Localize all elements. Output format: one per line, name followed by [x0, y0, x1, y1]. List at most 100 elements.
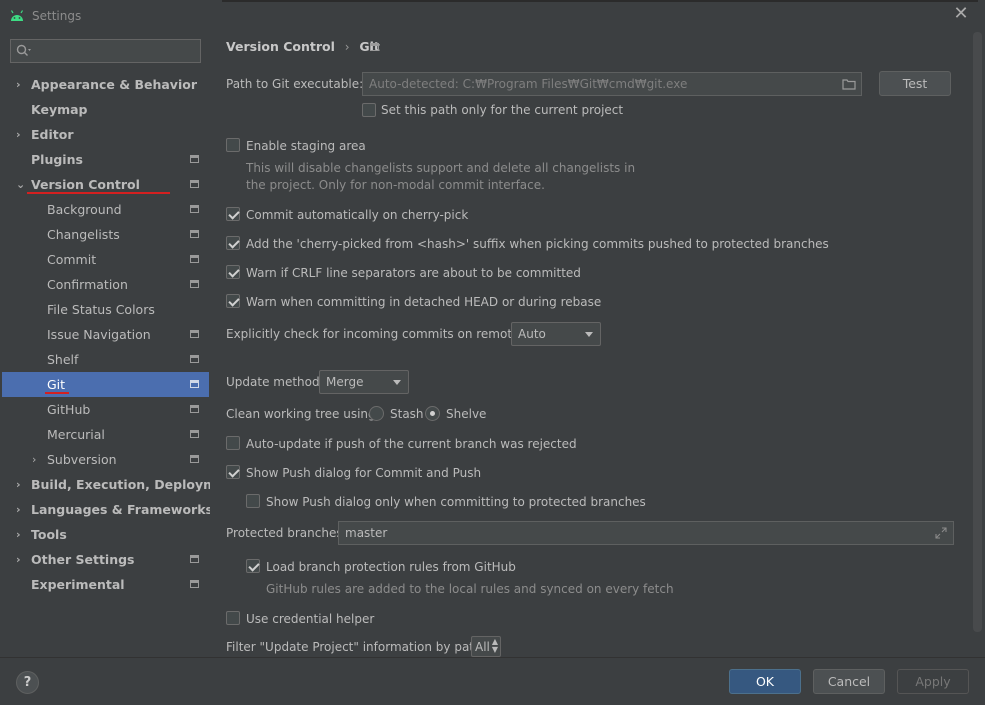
content-scrollbar[interactable]: [973, 32, 982, 632]
credential-helper-checkbox[interactable]: [226, 611, 240, 625]
sidebar-item-label: Subversion: [47, 452, 117, 467]
sidebar-item-confirmation[interactable]: Confirmation: [2, 272, 209, 297]
protected-branches-value: master: [345, 526, 388, 540]
sidebar-item-changelists[interactable]: Changelists: [2, 222, 209, 247]
chevron-right-icon: ›: [16, 78, 21, 91]
git-path-value: Auto-detected: C:₩Program Files₩Git₩cmd₩…: [369, 77, 688, 91]
update-method-label: Update method:: [226, 375, 324, 389]
search-input[interactable]: [10, 39, 201, 63]
sidebar-item-label: File Status Colors: [47, 302, 155, 317]
breadcrumb-parent[interactable]: Version Control: [226, 39, 335, 54]
folder-icon[interactable]: [842, 78, 856, 90]
sidebar-item-label: Languages & Frameworks: [31, 502, 213, 517]
expand-icon[interactable]: [935, 527, 947, 539]
sidebar-item-github[interactable]: GitHub: [2, 397, 209, 422]
sidebar-item-keymap[interactable]: Keymap: [2, 97, 209, 122]
detached-head-label: Warn when committing in detached HEAD or…: [246, 295, 602, 309]
credential-helper-label: Use credential helper: [246, 612, 375, 626]
sidebar-item-editor[interactable]: › Editor: [2, 122, 209, 147]
sidebar-item-commit[interactable]: Commit: [2, 247, 209, 272]
sidebar-item-label: Background: [47, 202, 122, 217]
github-rules-checkbox[interactable]: [246, 559, 260, 573]
project-settings-icon: [190, 330, 199, 338]
chevron-right-icon: ›: [16, 553, 21, 566]
sidebar-item-git[interactable]: Git: [2, 372, 209, 397]
sidebar-item-label: Editor: [31, 127, 74, 142]
git-path-label: Path to Git executable:: [226, 77, 364, 91]
filter-paths-value: All: [475, 640, 490, 654]
annotation-underline: [27, 192, 170, 194]
incoming-select[interactable]: Auto: [511, 322, 601, 346]
top-divider: [222, 0, 978, 2]
push-dialog-label: Show Push dialog for Commit and Push: [246, 466, 482, 480]
sidebar-item-background[interactable]: Background: [2, 197, 209, 222]
sidebar-item-tools[interactable]: › Tools: [2, 522, 209, 547]
cherry-pick-label: Commit automatically on cherry-pick: [246, 208, 469, 222]
crlf-label: Warn if CRLF line separators are about t…: [246, 266, 581, 280]
ok-button[interactable]: OK: [729, 669, 801, 694]
sidebar-item-label: Confirmation: [47, 277, 128, 292]
shelve-radio[interactable]: [425, 406, 440, 421]
sidebar-item-plugins[interactable]: Plugins: [2, 147, 209, 172]
filter-paths-select[interactable]: All ▲ ▼: [471, 636, 501, 657]
detached-head-checkbox[interactable]: [226, 294, 240, 308]
sidebar-item-subversion[interactable]: › Subversion: [2, 447, 209, 472]
sidebar-item-appearance[interactable]: › Appearance & Behavior: [2, 72, 209, 97]
title-bar: Settings ✕: [0, 0, 985, 32]
staging-area-checkbox[interactable]: [226, 138, 240, 152]
push-dialog-protected-label: Show Push dialog only when committing to…: [266, 495, 646, 509]
apply-button[interactable]: Apply: [897, 669, 969, 694]
sidebar-item-label: Tools: [31, 527, 67, 542]
push-dialog-checkbox[interactable]: [226, 465, 240, 479]
project-settings-icon: [190, 405, 199, 413]
dialog-footer: ? OK Cancel Apply: [0, 657, 985, 705]
staging-hint-line1: This will disable changelists support an…: [246, 161, 636, 175]
clean-tree-label: Clean working tree using:: [226, 407, 380, 421]
sidebar-item-shelf[interactable]: Shelf: [2, 347, 209, 372]
test-button[interactable]: Test: [879, 71, 951, 96]
project-settings-icon: [190, 280, 199, 288]
sidebar-item-label: Commit: [47, 252, 97, 267]
current-project-checkbox[interactable]: [362, 103, 376, 117]
project-settings-icon: [190, 580, 199, 588]
filter-paths-label: Filter "Update Project" information by p…: [226, 640, 492, 654]
stash-radio[interactable]: [369, 406, 384, 421]
spinner-icon: ▲ ▼: [491, 637, 498, 654]
push-dialog-protected-checkbox[interactable]: [246, 494, 260, 508]
cherry-pick-checkbox[interactable]: [226, 207, 240, 221]
sidebar-item-label: Mercurial: [47, 427, 105, 442]
help-button[interactable]: ?: [16, 671, 39, 694]
chevron-right-icon: ›: [16, 503, 21, 516]
sidebar-item-issue-navigation[interactable]: Issue Navigation: [2, 322, 209, 347]
dropdown-arrow-icon: [393, 380, 401, 385]
cancel-button[interactable]: Cancel: [813, 669, 885, 694]
annotation-underline: [45, 392, 69, 394]
cherry-suffix-checkbox[interactable]: [226, 236, 240, 250]
update-method-select[interactable]: Merge: [319, 370, 409, 394]
breadcrumb-separator: ›: [344, 40, 350, 54]
project-settings-icon: [190, 555, 199, 563]
chevron-down-icon: ⌄: [16, 178, 26, 191]
project-settings-icon: [190, 430, 199, 438]
sidebar-item-languages[interactable]: › Languages & Frameworks: [2, 497, 213, 522]
sidebar-item-label: Plugins: [31, 152, 83, 167]
auto-update-checkbox[interactable]: [226, 436, 240, 450]
chevron-right-icon: ›: [16, 528, 21, 541]
sidebar-item-file-status-colors[interactable]: File Status Colors: [2, 297, 209, 322]
sidebar-item-label: Shelf: [47, 352, 79, 367]
sidebar-item-mercurial[interactable]: Mercurial: [2, 422, 209, 447]
crlf-checkbox[interactable]: [226, 265, 240, 279]
search-icon: [16, 44, 31, 56]
project-settings-icon: [370, 43, 379, 51]
sidebar-item-experimental[interactable]: Experimental: [2, 572, 209, 597]
protected-branches-field[interactable]: master: [338, 521, 954, 545]
sidebar-item-other-settings[interactable]: › Other Settings: [2, 547, 209, 572]
sidebar-item-label: Build, Execution, Deployment: [31, 477, 240, 492]
stash-label: Stash: [390, 407, 424, 421]
project-settings-icon: [190, 255, 199, 263]
git-path-field[interactable]: Auto-detected: C:₩Program Files₩Git₩cmd₩…: [362, 72, 862, 96]
project-settings-icon: [190, 380, 199, 388]
close-icon[interactable]: ✕: [951, 4, 971, 24]
auto-update-label: Auto-update if push of the current branc…: [246, 437, 577, 451]
sidebar-item-build[interactable]: › Build, Execution, Deployment: [2, 472, 239, 497]
